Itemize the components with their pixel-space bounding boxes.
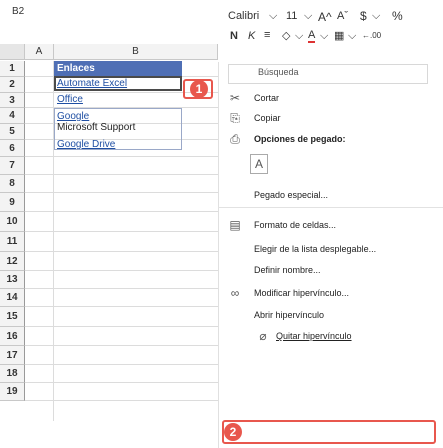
link-cell[interactable]: Microsoft Support [57, 122, 135, 133]
currency-icon[interactable]: $ [360, 9, 367, 23]
header-cell-enlaces[interactable]: Enlaces [54, 61, 182, 76]
context-menu: Búsqueda ✂ Cortar ⎘ Copiar ⎙ Opciones de… [218, 62, 443, 448]
column-header-a[interactable]: A [25, 44, 54, 60]
remove-link-icon: ⌀ [259, 329, 267, 343]
chevron-down-icon[interactable]: ⌵ [295, 30, 303, 43]
shrink-font-icon[interactable]: Aˇ [337, 10, 348, 22]
chevron-down-icon[interactable]: ⌵ [269, 10, 277, 23]
fill-color-icon[interactable]: ◇ [282, 29, 290, 42]
menu-item-paste-special[interactable]: Pegado especial... [218, 186, 443, 206]
link-cell[interactable]: Office [57, 94, 83, 105]
paste-button-icon[interactable]: A [250, 154, 268, 174]
menu-item-copy[interactable]: ⎘ Copiar [218, 109, 443, 129]
row-header[interactable]: 19 [0, 383, 25, 401]
row-header[interactable]: 8 [0, 175, 25, 193]
menu-item-edit-hyperlink[interactable]: ∞ Modificar hipervínculo... [218, 284, 443, 304]
row-header[interactable]: 11 [0, 232, 25, 252]
marker-2-box [222, 420, 436, 444]
chevron-down-icon[interactable]: ⌵ [304, 10, 312, 23]
menu-item-cut[interactable]: ✂ Cortar [218, 89, 443, 109]
menu-item-remove-hyperlink[interactable]: ⌀ Quitar hipervínculo [218, 327, 443, 347]
row-header[interactable]: 18 [0, 365, 25, 383]
row-header[interactable]: 9 [0, 193, 25, 212]
row-header[interactable]: 13 [0, 271, 25, 289]
row-header[interactable]: 2 [0, 77, 25, 93]
row-header[interactable]: 5 [0, 124, 25, 140]
name-box[interactable]: B2 [12, 6, 24, 17]
menu-item-define-name[interactable]: Definir nombre... [218, 261, 443, 281]
row-header[interactable]: 12 [0, 252, 25, 271]
chevron-down-icon[interactable]: ⌵ [320, 30, 328, 43]
select-all-corner[interactable] [0, 44, 25, 60]
row-header[interactable]: 16 [0, 327, 25, 346]
column-header-b[interactable]: B [54, 44, 218, 60]
borders-icon[interactable]: ▦ [334, 29, 344, 42]
link-cell[interactable]: Google [57, 111, 89, 122]
link-cell[interactable]: Google Drive [57, 139, 115, 150]
format-cells-icon: ▤ [229, 218, 241, 232]
row-header[interactable]: 10 [0, 212, 25, 232]
menu-item-open-hyperlink[interactable]: Abrir hipervínculo [218, 306, 443, 326]
row-header[interactable]: 17 [0, 346, 25, 365]
row-header[interactable]: 1 [0, 61, 25, 77]
marker-2-badge: 2 [224, 423, 242, 441]
menu-item-pick-list[interactable]: Elegir de la lista desplegable... [218, 240, 443, 260]
menu-item-format-cells[interactable]: ▤ Formato de celdas... [218, 216, 443, 236]
italic-button[interactable]: K [248, 30, 255, 42]
menu-item-paste-options: ⎙ Opciones de pegado: [218, 130, 443, 150]
mini-toolbar: Calibri ⌵ 11 ⌵ A^ Aˇ $ ⌵ % N K ≡ ◇ ⌵ A ⌵… [218, 0, 443, 48]
row-header[interactable]: 14 [0, 289, 25, 307]
row-header[interactable]: 6 [0, 140, 25, 157]
bold-button[interactable]: N [230, 30, 238, 42]
font-color-icon[interactable]: A [308, 30, 316, 43]
percent-icon[interactable]: % [392, 9, 403, 23]
clipboard-icon: ⎙ [230, 132, 240, 146]
chevron-down-icon[interactable]: ⌵ [372, 10, 380, 23]
align-center-icon[interactable]: ≡ [264, 29, 270, 41]
menu-separator [218, 207, 443, 208]
scissors-icon: ✂ [229, 91, 241, 105]
chevron-down-icon[interactable]: ⌵ [348, 30, 356, 43]
row-header[interactable]: 4 [0, 108, 25, 124]
marker-1-badge: 1 [190, 80, 208, 98]
grow-font-icon[interactable]: A^ [318, 10, 332, 24]
row-header[interactable]: 7 [0, 157, 25, 175]
link-cell[interactable]: Automate Excel [57, 78, 127, 89]
copy-icon: ⎘ [230, 111, 240, 125]
search-placeholder: Búsqueda [258, 67, 299, 77]
font-name-select[interactable]: Calibri [228, 10, 259, 22]
row-header[interactable]: 3 [0, 93, 25, 108]
row-header[interactable]: 15 [0, 307, 25, 327]
hyperlink-icon: ∞ [230, 286, 240, 300]
decrease-decimal-icon[interactable]: ←.00 [362, 31, 381, 40]
font-size-select[interactable]: 11 [286, 10, 297, 22]
